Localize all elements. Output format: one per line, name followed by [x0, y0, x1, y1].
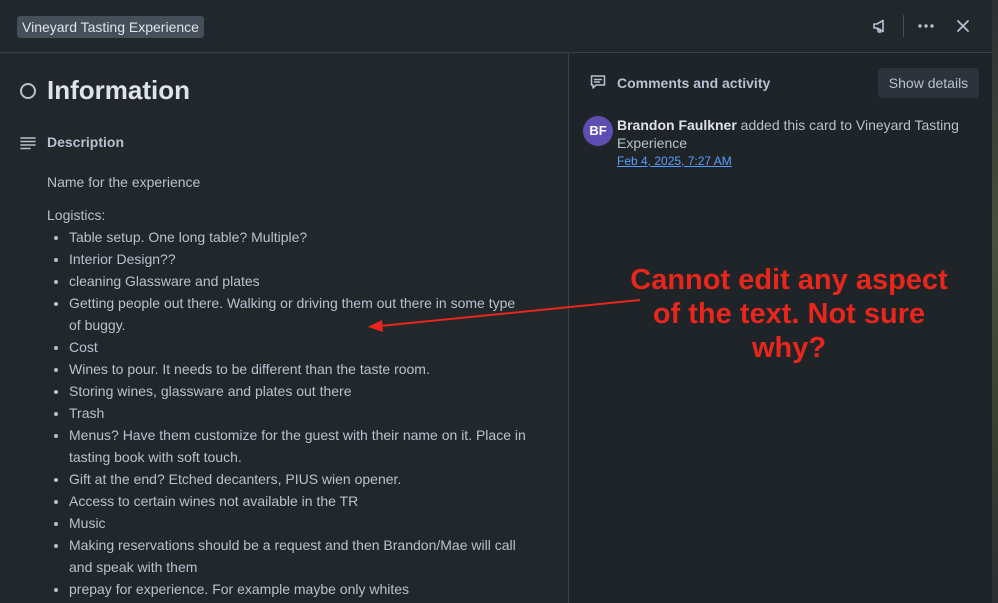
activity-timestamp-link[interactable]: Feb 4, 2025, 7:27 AM [617, 154, 732, 168]
board-name-chip[interactable]: Vineyard Tasting Experience [17, 16, 204, 38]
annotation-text: Cannot edit any aspect of the text. Not … [630, 264, 948, 364]
activity-user[interactable]: Brandon Faulkner [617, 117, 737, 133]
header-separator [903, 15, 904, 37]
show-details-button[interactable]: Show details [878, 68, 979, 98]
list-item: Storing wines, glassware and plates out … [69, 380, 527, 402]
comments-heading: Comments and activity [617, 75, 771, 91]
list-item: Getting people out there. Walking or dri… [69, 292, 527, 336]
card-main-column: Information Description Name for the exp… [0, 53, 568, 603]
activity-entry: Brandon Faulkner added this card to Vine… [617, 116, 967, 152]
list-item: prepay for experience. For example maybe… [69, 578, 527, 600]
avatar[interactable]: BF [583, 116, 613, 146]
list-item: Cost [69, 336, 527, 358]
list-item: Gift at the end? Etched decanters, PIUS … [69, 468, 527, 490]
card-title[interactable]: Information [47, 75, 190, 106]
list-item: Wines to pour. It needs to be different … [69, 358, 527, 380]
logistics-list: Table setup. One long table? Multiple? I… [47, 226, 527, 600]
list-item: Access to certain wines not available in… [69, 490, 527, 512]
close-icon[interactable] [951, 14, 975, 38]
circle-outline-icon[interactable] [20, 83, 36, 99]
list-item: Interior Design?? [69, 248, 527, 270]
logistics-label: Logistics: [47, 207, 106, 223]
card-header: Vineyard Tasting Experience [0, 0, 992, 53]
list-item: Trash [69, 402, 527, 424]
comment-icon [590, 74, 606, 95]
description-intro: Name for the experience [47, 174, 201, 190]
megaphone-icon[interactable] [868, 14, 892, 38]
list-item: Table setup. One long table? Multiple? [69, 226, 527, 248]
list-item: Making reservations should be a request … [69, 534, 527, 578]
list-item: Menus? Have them customize for the guest… [69, 424, 527, 468]
more-horizontal-icon[interactable] [914, 14, 938, 38]
list-item: cleaning Glassware and plates [69, 270, 527, 292]
description-body[interactable]: Name for the experience Logistics: Table… [47, 171, 527, 600]
list-item: Music [69, 512, 527, 534]
background-strip [992, 0, 998, 603]
text-lines-icon [20, 136, 36, 155]
description-heading: Description [47, 134, 125, 150]
